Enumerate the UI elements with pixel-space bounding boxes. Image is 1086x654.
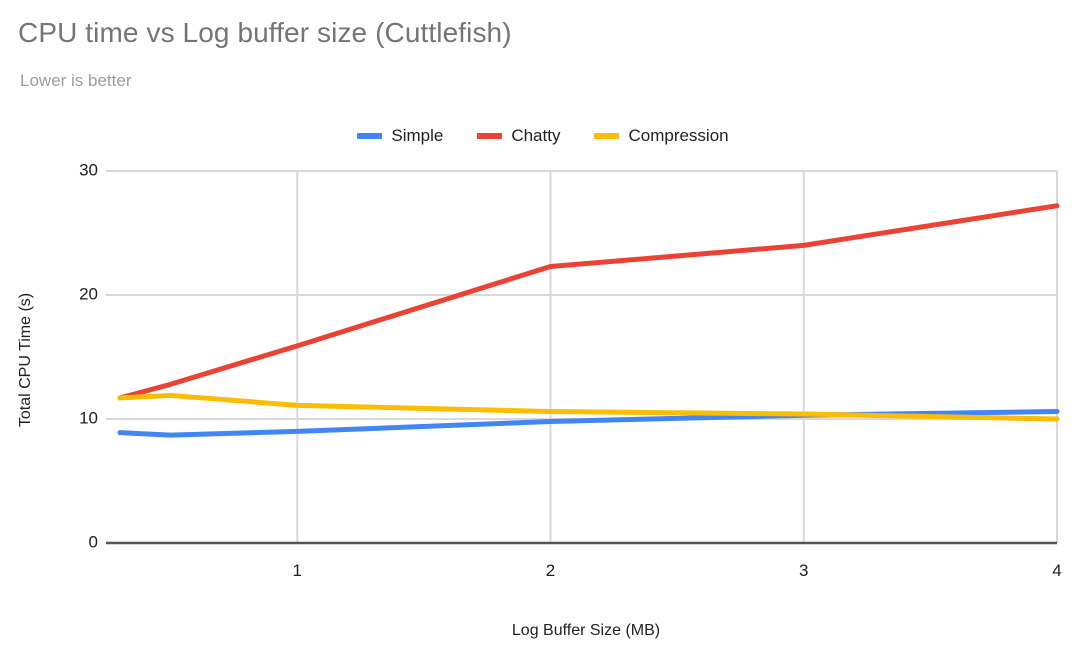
x-axis-title: Log Buffer Size (MB) <box>512 622 660 639</box>
series-line-compression <box>117 392 1060 422</box>
x-tick-label: 2 <box>546 561 555 580</box>
y-tick-labels: 0 10 20 30 <box>79 160 120 551</box>
series-line-chatty <box>117 203 1060 401</box>
y-tick-label: 10 <box>79 408 98 427</box>
series-lines <box>117 203 1060 438</box>
x-tick-label: 1 <box>293 561 302 580</box>
y-tick-label: 30 <box>79 160 98 179</box>
x-tick-label: 3 <box>799 561 808 580</box>
x-gridlines <box>296 171 1058 543</box>
y-gridlines <box>120 170 1057 420</box>
x-tick-labels: 1 2 3 4 <box>293 561 1062 580</box>
y-axis-title: Total CPU Time (s) <box>17 293 34 427</box>
x-tick-label: 4 <box>1052 561 1061 580</box>
plot-area: 0 10 20 30 1 2 3 4 Log Buffer Size (MB) Total … <box>17 160 1062 639</box>
chart-container: CPU time vs Log buffer size (Cuttlefish)… <box>0 0 1086 654</box>
y-tick-label: 0 <box>89 532 98 551</box>
y-tick-label: 20 <box>79 284 98 303</box>
